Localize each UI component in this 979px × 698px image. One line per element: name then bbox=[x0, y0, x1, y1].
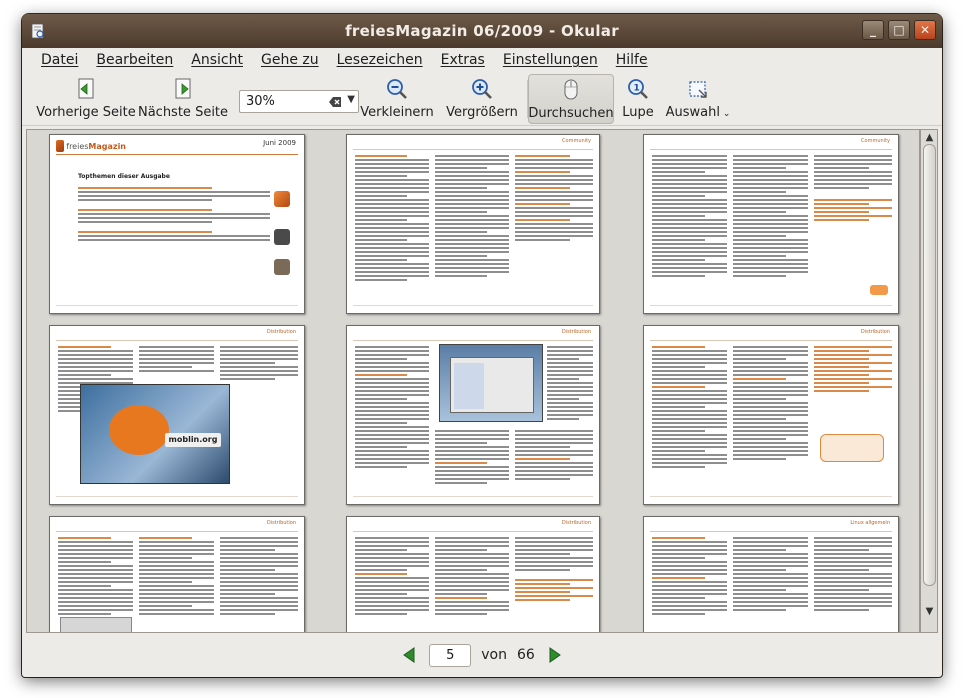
right-arrow-icon bbox=[549, 647, 561, 663]
next-page-label: Nächste Seite bbox=[137, 105, 229, 120]
main-toolbar: Vorherige Seite Nächste Seite 30% ▼ Verk… bbox=[22, 72, 942, 126]
menu-einstellungen[interactable]: Einstellungen bbox=[494, 52, 607, 68]
zoom-value: 30% bbox=[246, 94, 275, 109]
magnifier-icon: 1 bbox=[625, 76, 651, 102]
page-thumbnail-5[interactable]: Distribution bbox=[346, 325, 600, 505]
okular-window: freiesMagazin 06/2009 - Okular _ □ ✕ Dat… bbox=[22, 14, 942, 677]
menu-ansicht[interactable]: Ansicht bbox=[182, 52, 252, 68]
left-arrow-icon bbox=[403, 647, 415, 663]
logo-text: freiesMagazin bbox=[66, 141, 126, 151]
next-page-icon bbox=[170, 76, 196, 102]
magnify-label: Lupe bbox=[622, 105, 654, 120]
total-pages-label: 66 bbox=[516, 647, 535, 663]
clear-icon[interactable] bbox=[328, 95, 342, 109]
previous-page-label: Vorherige Seite bbox=[36, 105, 136, 120]
previous-page-icon bbox=[73, 76, 99, 102]
menu-gehe-zu[interactable]: Gehe zu bbox=[252, 52, 328, 68]
zoom-out-button[interactable]: Verkleinern bbox=[360, 74, 434, 124]
zoom-out-icon bbox=[384, 76, 410, 102]
page-thumbnail-8[interactable]: Distribution bbox=[346, 516, 600, 632]
menu-extras[interactable]: Extras bbox=[432, 52, 494, 68]
menu-hilfe[interactable]: Hilfe bbox=[607, 52, 657, 68]
close-button[interactable]: ✕ bbox=[914, 20, 936, 40]
svg-text:1: 1 bbox=[634, 84, 640, 94]
page-thumbnail-7[interactable]: Distribution bbox=[49, 516, 305, 632]
moblin-screenshot: moblin.org bbox=[80, 384, 230, 484]
document-viewport: freiesMagazin Juni 2009 Topthemen dieser… bbox=[22, 127, 942, 677]
title-bar[interactable]: freiesMagazin 06/2009 - Okular _ □ ✕ bbox=[22, 14, 942, 48]
previous-page-arrow[interactable] bbox=[399, 645, 419, 665]
current-page-input[interactable]: 5 bbox=[429, 643, 472, 667]
freiesmagazin-logo: freiesMagazin bbox=[56, 139, 126, 153]
vertical-scrollbar[interactable]: ▲ ▼ bbox=[920, 129, 938, 633]
next-page-arrow[interactable] bbox=[545, 645, 565, 665]
chevron-down-icon[interactable]: ▼ bbox=[347, 94, 355, 105]
cover-heading: Topthemen dieser Ausgabe bbox=[78, 173, 170, 180]
page-of-label: von bbox=[481, 647, 507, 663]
page-thumbnail-3[interactable]: Community bbox=[643, 134, 899, 314]
zoom-in-button[interactable]: Vergrößern bbox=[442, 74, 522, 124]
scrollbar-thumb[interactable] bbox=[923, 144, 936, 586]
magnifier-tool-button[interactable]: 1 Lupe bbox=[618, 74, 658, 124]
moblin-logo: moblin.org bbox=[165, 433, 221, 447]
maximize-button[interactable]: □ bbox=[888, 20, 910, 40]
zoom-in-label: Vergrößern bbox=[446, 105, 518, 120]
page-thumbnail-2[interactable]: Community bbox=[346, 134, 600, 314]
page-thumbnail-4[interactable]: Distribution moblin.org bbox=[49, 325, 305, 505]
selection-icon bbox=[685, 76, 711, 102]
menu-datei[interactable]: Datei bbox=[32, 52, 87, 68]
page-navigation-bar: 5 von 66 bbox=[22, 635, 942, 675]
menu-lesezeichen[interactable]: Lesezeichen bbox=[328, 52, 432, 68]
scroll-down-icon[interactable]: ▼ bbox=[923, 606, 936, 620]
zoom-combobox[interactable]: 30% ▼ bbox=[239, 90, 359, 113]
window-title: freiesMagazin 06/2009 - Okular bbox=[345, 22, 619, 40]
zoom-in-icon bbox=[469, 76, 495, 102]
menu-bearbeiten[interactable]: Bearbeiten bbox=[87, 52, 182, 68]
page-thumbnail-1[interactable]: freiesMagazin Juni 2009 Topthemen dieser… bbox=[49, 134, 305, 314]
zoom-out-label: Verkleinern bbox=[360, 105, 434, 120]
next-page-button[interactable]: Nächste Seite bbox=[137, 74, 229, 124]
menu-bar: Datei Bearbeiten Ansicht Gehe zu Lesezei… bbox=[22, 48, 942, 72]
screenshot-image bbox=[439, 344, 543, 422]
okular-app-icon bbox=[31, 23, 44, 39]
selection-tool-button[interactable]: Auswahl ⌄ bbox=[665, 74, 731, 124]
issue-date: Juni 2009 bbox=[263, 139, 296, 147]
page-thumbnail-9[interactable]: Linux allgemein bbox=[643, 516, 899, 632]
page-view[interactable]: freiesMagazin Juni 2009 Topthemen dieser… bbox=[26, 129, 920, 633]
selection-label: Auswahl ⌄ bbox=[665, 105, 731, 120]
browse-tool-button[interactable]: Durchsuchen bbox=[528, 74, 614, 124]
browse-label: Durchsuchen bbox=[528, 106, 614, 121]
magazine-logo-icon bbox=[56, 140, 65, 152]
page-thumbnail-6[interactable]: Distribution bbox=[643, 325, 899, 505]
previous-page-button[interactable]: Vorherige Seite bbox=[36, 74, 136, 124]
minimize-button[interactable]: _ bbox=[862, 20, 884, 40]
mouse-icon bbox=[558, 77, 584, 103]
